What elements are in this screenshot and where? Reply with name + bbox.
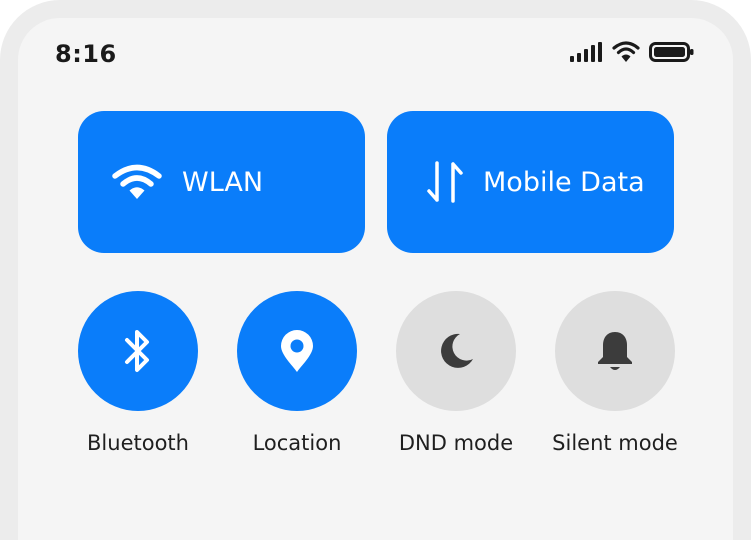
wlan-tile[interactable]: WLAN (78, 111, 365, 253)
bell-icon (598, 332, 632, 370)
wlan-label: WLAN (182, 166, 264, 198)
dnd-label: DND mode (398, 431, 514, 455)
silent-button[interactable] (555, 291, 675, 411)
bluetooth-icon (125, 330, 149, 372)
control-center-panel: 8:16 WLAN Mobile Data Bluetooth Location… (0, 0, 751, 540)
silent-toggle[interactable]: Silent mode (552, 291, 678, 455)
wifi-icon (112, 164, 162, 199)
bluetooth-toggle[interactable]: Bluetooth (78, 291, 198, 455)
wifi-icon (612, 41, 640, 62)
location-button[interactable] (237, 291, 357, 411)
mobile-data-tile[interactable]: Mobile Data (387, 111, 674, 253)
bluetooth-button[interactable] (78, 291, 198, 411)
moon-icon (441, 333, 473, 368)
bluetooth-label: Bluetooth (87, 431, 189, 455)
signal-icon (570, 42, 602, 62)
silent-label: Silent mode (552, 431, 678, 455)
status-icons (569, 40, 695, 64)
location-label: Location (252, 431, 342, 455)
mobile-data-label: Mobile Data (483, 166, 645, 198)
mobile-data-arrows-icon (427, 161, 463, 203)
dnd-toggle[interactable]: DND mode (396, 291, 516, 455)
location-pin-icon (281, 330, 313, 372)
status-time: 8:16 (55, 40, 117, 68)
dnd-button[interactable] (396, 291, 516, 411)
battery-icon (649, 42, 694, 62)
location-toggle[interactable]: Location (237, 291, 357, 455)
